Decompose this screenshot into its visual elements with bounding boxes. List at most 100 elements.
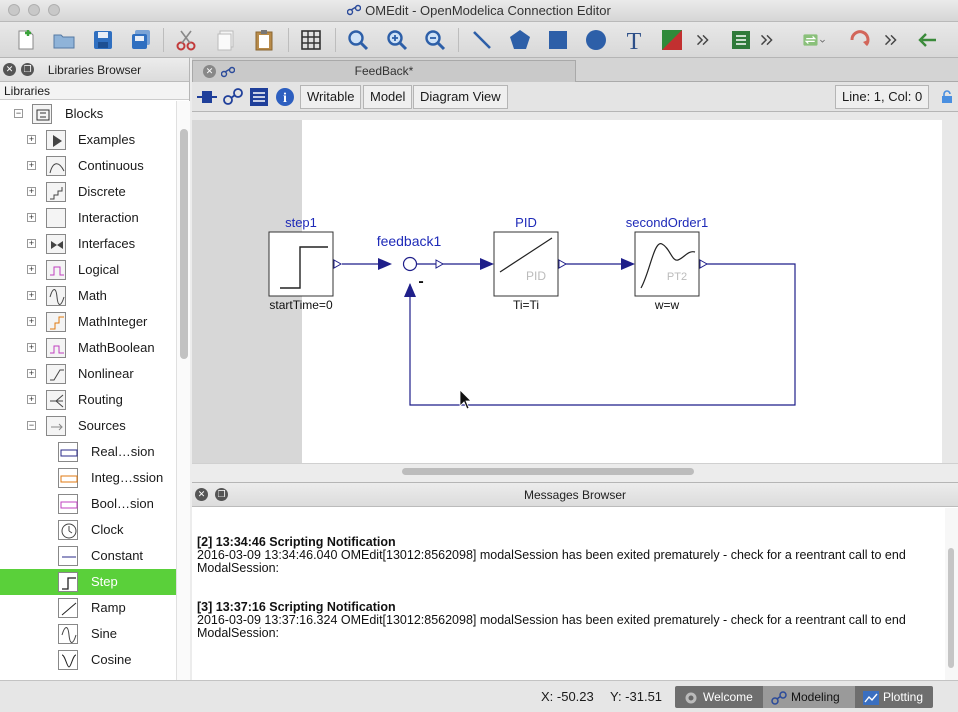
tree-item-clock[interactable]: Clock — [0, 517, 176, 543]
simulate-icon[interactable] — [796, 26, 832, 54]
tree-item-realsion[interactable]: Real…sion — [0, 439, 176, 465]
expand-icon[interactable]: + — [27, 291, 36, 300]
zoom-out-icon[interactable] — [421, 26, 449, 54]
step-icon — [58, 572, 78, 592]
feedback-block[interactable]: feedback1 - — [377, 233, 442, 290]
diagram-view-icon[interactable] — [222, 86, 244, 108]
open-folder-icon[interactable] — [50, 26, 78, 54]
tree-item-ramp[interactable]: Ramp — [0, 595, 176, 621]
overflow-icon[interactable] — [756, 26, 778, 54]
connection-feedback-loop[interactable] — [409, 263, 796, 406]
close-window-button[interactable] — [8, 4, 20, 16]
lock-icon[interactable] — [940, 90, 954, 104]
welcome-perspective-button[interactable]: Welcome — [675, 686, 763, 708]
tree-item-continuous[interactable]: + Continuous — [0, 153, 176, 179]
rectangle-icon[interactable] — [544, 26, 572, 54]
tree-item-logical[interactable]: + Logical — [0, 257, 176, 283]
collapse-icon[interactable]: − — [14, 109, 23, 118]
tree-item-label: Examples — [78, 132, 136, 147]
overflow-icon[interactable] — [692, 26, 714, 54]
ellipse-icon[interactable] — [582, 26, 610, 54]
expand-icon[interactable]: + — [27, 213, 36, 222]
tree-item-boolsion[interactable]: Bool…sion — [0, 491, 176, 517]
tree-item-mathboolean[interactable]: + MathBoolean — [0, 335, 176, 361]
float-icon[interactable]: ❐ — [215, 488, 228, 501]
diagram-hscroll-thumb[interactable] — [402, 468, 694, 475]
grid-icon[interactable] — [297, 26, 325, 54]
collapse-icon[interactable]: − — [27, 421, 36, 430]
check-icon[interactable] — [727, 26, 755, 54]
second-order-block[interactable]: PT2 secondOrder1 w=w — [626, 215, 708, 312]
tree-item-math[interactable]: + Math — [0, 283, 176, 309]
writable-button[interactable]: Writable — [300, 85, 362, 109]
tree-item-constant[interactable]: Constant — [0, 543, 176, 569]
model-button[interactable]: Model — [363, 85, 413, 109]
zoom-window-button[interactable] — [48, 4, 60, 16]
feedback-output-port[interactable] — [435, 259, 445, 269]
step-output-port[interactable] — [333, 259, 343, 269]
library-scroll-thumb[interactable] — [180, 129, 188, 359]
save-icon[interactable] — [89, 26, 117, 54]
plant-output-port[interactable] — [699, 259, 709, 269]
tree-item-interfaces[interactable]: + Interfaces — [0, 231, 176, 257]
step-block[interactable]: step1 startTime=0 — [268, 215, 334, 312]
plotting-perspective-button[interactable]: Plotting — [855, 686, 933, 708]
expand-icon[interactable]: + — [27, 395, 36, 404]
messages-scrollbar[interactable] — [945, 508, 958, 681]
expand-icon[interactable]: + — [27, 265, 36, 274]
close-icon[interactable]: ✕ — [203, 65, 216, 78]
tree-item-step[interactable]: Step — [0, 569, 176, 595]
text-view-icon[interactable] — [248, 86, 270, 108]
zoom-reset-icon[interactable] — [344, 26, 372, 54]
plotting-icon — [863, 690, 879, 705]
boolean-expression-icon — [58, 494, 78, 514]
messages-scroll-thumb[interactable] — [948, 548, 954, 668]
tree-item-sources[interactable]: − Sources — [0, 413, 176, 439]
zoom-in-icon[interactable] — [383, 26, 411, 54]
pid-output-port[interactable] — [558, 259, 568, 269]
instantiate-icon[interactable] — [846, 26, 874, 54]
overflow-icon[interactable] — [880, 26, 902, 54]
tree-root-blocks[interactable]: − Blocks — [0, 101, 176, 127]
info-icon[interactable]: i — [274, 86, 296, 108]
expand-icon[interactable]: + — [27, 187, 36, 196]
back-icon[interactable] — [914, 26, 942, 54]
tree-item-examples[interactable]: + Examples — [0, 127, 176, 153]
close-icon[interactable]: ✕ — [3, 63, 16, 76]
tree-item-mathinteger[interactable]: + MathInteger — [0, 309, 176, 335]
tree-item-sine[interactable]: Sine — [0, 621, 176, 647]
new-file-icon[interactable] — [12, 26, 40, 54]
copy-icon[interactable] — [212, 26, 240, 54]
bitmap-icon[interactable] — [658, 26, 686, 54]
expand-icon[interactable]: + — [27, 343, 36, 352]
cut-icon[interactable] — [172, 26, 200, 54]
expand-icon[interactable]: + — [27, 317, 36, 326]
minimize-window-button[interactable] — [28, 4, 40, 16]
expand-icon[interactable]: + — [27, 135, 36, 144]
tree-item-integssion[interactable]: Integ…ssion — [0, 465, 176, 491]
tree-item-cosine[interactable]: Cosine — [0, 647, 176, 673]
diagram-hscrollbar[interactable] — [192, 463, 958, 478]
tree-item-nonlinear[interactable]: + Nonlinear — [0, 361, 176, 387]
library-scrollbar[interactable] — [176, 101, 190, 680]
expand-icon[interactable]: + — [27, 161, 36, 170]
close-icon[interactable]: ✕ — [195, 488, 208, 501]
line-icon[interactable] — [468, 26, 496, 54]
paste-icon[interactable] — [250, 26, 278, 54]
text-icon[interactable]: T — [620, 26, 648, 54]
pid-block[interactable]: PID PID Ti=Ti — [493, 215, 559, 312]
tab-feedback[interactable]: ✕ FeedBack* — [192, 60, 576, 82]
float-icon[interactable]: ❐ — [21, 63, 34, 76]
tree-item-discrete[interactable]: + Discrete — [0, 179, 176, 205]
expand-icon[interactable]: + — [27, 369, 36, 378]
modeling-perspective-button[interactable]: Modeling — [763, 686, 855, 708]
tree-item-interaction[interactable]: + Interaction — [0, 205, 176, 231]
polygon-icon[interactable] — [506, 26, 534, 54]
expand-icon[interactable]: + — [27, 239, 36, 248]
tree-item-label: Bool…sion — [91, 496, 154, 511]
diagram-view-button[interactable]: Diagram View — [413, 85, 508, 109]
save-all-icon[interactable] — [127, 26, 155, 54]
icon-view-icon[interactable] — [196, 86, 218, 108]
tree-item-routing[interactable]: + Routing — [0, 387, 176, 413]
source-icon — [46, 416, 66, 436]
